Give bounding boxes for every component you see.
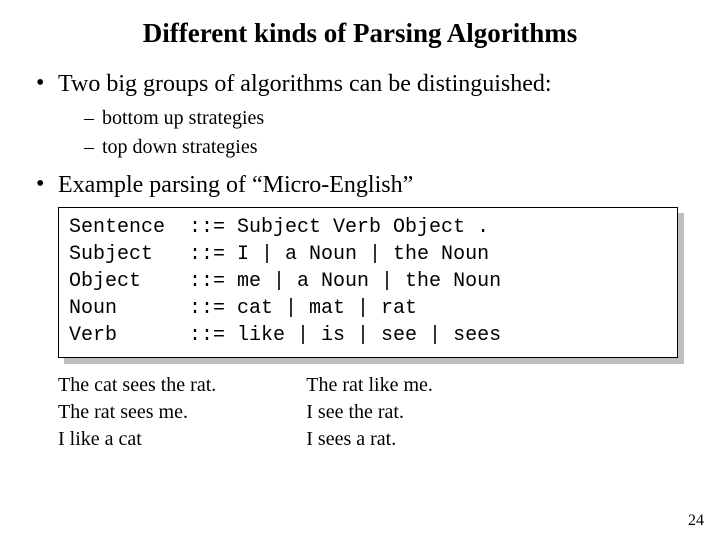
bullet-item: Two big groups of algorithms can be dist… [36,71,692,162]
grammar-container: Sentence ::= Subject Verb Object . Subje… [58,207,678,358]
grammar-box: Sentence ::= Subject Verb Object . Subje… [58,207,678,358]
bullet-text: Two big groups of algorithms can be dist… [58,71,552,97]
bullet-text: Example parsing of “Micro-English” [58,172,413,198]
slide-title: Different kinds of Parsing Algorithms [28,18,692,49]
sub-bullet-item: bottom up strategies [84,104,692,133]
examples-row: The cat sees the rat. The rat sees me. I… [58,372,692,453]
bullet-item: Example parsing of “Micro-English” [36,172,692,199]
sub-bullet-item: top down strategies [84,133,692,162]
sub-bullet-list: bottom up strategies top down strategies [58,104,692,162]
examples-right: The rat like me. I see the rat. I sees a… [306,372,433,453]
bullet-list: Two big groups of algorithms can be dist… [28,71,692,199]
examples-left: The cat sees the rat. The rat sees me. I… [58,372,216,453]
page-number: 24 [688,512,704,530]
